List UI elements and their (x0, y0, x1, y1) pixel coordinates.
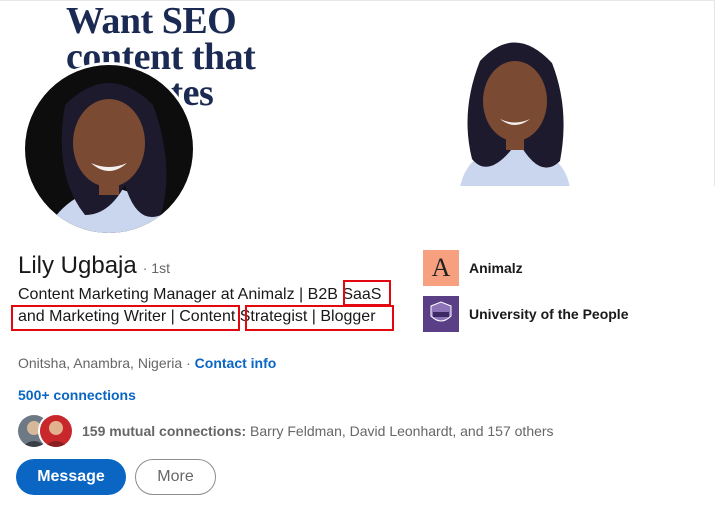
location-text: Onitsha, Anambra, Nigeria (18, 355, 183, 371)
animalz-logo-icon: A (423, 250, 459, 286)
headline-part-3: | (166, 308, 180, 325)
banner-portrait-photo (460, 42, 570, 186)
more-button[interactable]: More (135, 459, 216, 495)
profile-name: Lily Ugbaja (18, 252, 137, 279)
profile-card: Want SEO content that promotes leads, ks… (0, 0, 715, 509)
headline-part-1: Content Marketing Manager at Animalz | (18, 286, 308, 303)
mutual-connections[interactable]: 159 mutual connections: Barry Feldman, D… (16, 413, 554, 449)
current-company[interactable]: A Animalz (423, 250, 523, 286)
university-logo-icon (423, 296, 459, 332)
mutual-names: Barry Feldman, David Leonhardt, and 157 … (246, 423, 554, 439)
banner-line-1: Want SEO (66, 0, 237, 42)
education-school[interactable]: University of the People (423, 296, 628, 332)
headline-part-5: | Blogger (307, 308, 376, 325)
name-row: Lily Ugbaja · 1st (18, 252, 170, 280)
location-row: Onitsha, Anambra, Nigeria · Contact info (18, 355, 276, 371)
connections-link[interactable]: 500+ connections (18, 387, 136, 403)
mutual-count: 159 mutual connections: (82, 423, 247, 439)
mutual-connections-text: 159 mutual connections: Barry Feldman, D… (82, 423, 554, 439)
profile-avatar[interactable] (22, 62, 196, 236)
mutual-avatar-2 (38, 413, 74, 449)
connection-degree: · 1st (142, 260, 170, 276)
profile-headline: Content Marketing Manager at Animalz | B… (18, 284, 408, 328)
avatar-photo (25, 65, 193, 233)
message-button[interactable]: Message (16, 459, 126, 495)
location-separator: · (182, 355, 195, 371)
school-name: University of the People (469, 306, 629, 322)
company-name: Animalz (469, 260, 523, 276)
headline-part-4: Content Strategist (179, 308, 308, 325)
contact-info-link[interactable]: Contact info (195, 355, 277, 371)
